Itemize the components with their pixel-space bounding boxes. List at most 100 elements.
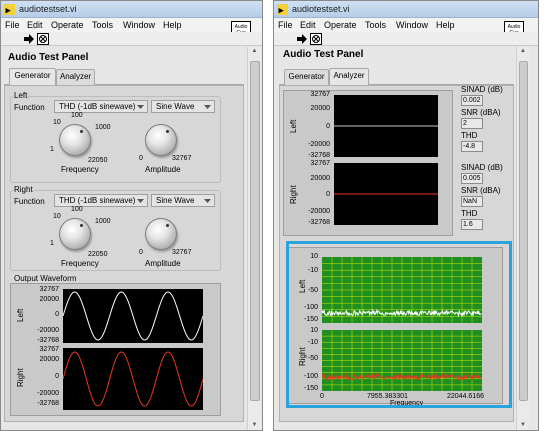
menu-help[interactable]: Help [163,20,182,30]
function-select[interactable]: THD (-1dB sinewave) [54,100,148,113]
title-bar[interactable]: ▶ audiotestset.vi [1,1,262,18]
abort-icon[interactable] [37,33,49,45]
amplitude-knob[interactable] [145,218,177,250]
y-tick: -32768 [37,400,59,407]
freq-tick: 1000 [95,124,111,131]
y-tick: -32768 [308,152,330,159]
menu-help[interactable]: Help [436,20,455,30]
title-bar[interactable]: ▶ audiotestset.vi [274,1,538,18]
run-arrow-icon[interactable] [23,33,35,45]
function-select[interactable]: THD (-1dB sinewave) [54,194,148,207]
freq-tick: 22050 [88,157,108,164]
y-tick: 20000 [310,105,330,112]
menu-tools[interactable]: Tools [92,20,113,30]
sinad-left-value: 0.002 [461,95,483,106]
run-arrow-icon[interactable] [296,33,308,45]
sinad-label: SINAD (dB) [461,85,503,94]
knob-pointer [80,224,83,227]
menu-operate[interactable]: Operate [51,20,84,30]
scroll-up-icon[interactable]: ▲ [517,47,529,56]
function-value: THD (-1dB sinewave) [59,102,136,111]
scroll-down-icon[interactable]: ▼ [248,421,261,430]
function-label: Function [14,103,45,112]
scroll-thumb[interactable] [519,61,528,401]
right-axis-title: Right [16,368,25,387]
chevron-down-icon [204,199,211,203]
frequency-knob[interactable] [59,218,91,250]
right-sine-trace [63,351,203,407]
freq-tick: 22050 [88,251,108,258]
waveform-title: Output Waveform [14,274,77,283]
y-tick: -20000 [37,390,59,397]
window-title: audiotestset.vi [19,4,77,14]
right-group-label: Right [13,185,34,194]
amplitude-knob[interactable] [145,124,177,156]
chevron-down-icon [137,105,144,109]
left-axis-title: Left [16,308,25,322]
function-label: Function [14,197,45,206]
menu-edit[interactable]: Edit [300,20,316,30]
scroll-up-icon[interactable]: ▲ [248,47,261,56]
y-tick: 32767 [39,346,59,353]
waveform-select[interactable]: Sine Wave [151,194,215,207]
thd-left-value: -4.8 [461,141,483,152]
time-domain-graph: 32767 20000 0 -20000 -32768 Left 32767 2… [283,90,453,236]
scroll-thumb[interactable] [250,61,260,401]
amp-tick: 0 [139,249,143,256]
toolbar [1,32,262,46]
menu-tools[interactable]: Tools [365,20,386,30]
menu-window[interactable]: Window [123,20,155,30]
tab-analyzer[interactable]: Analyzer [56,69,95,85]
tab-generator[interactable]: Generator [284,69,329,85]
y-tick: -20000 [308,208,330,215]
frequency-knob[interactable] [59,124,91,156]
waveform-select[interactable]: Sine Wave [151,100,215,113]
thd-right-value: 1.6 [461,219,483,230]
freq-tick: 10 [53,213,61,220]
snr-label: SNR (dBA) [461,186,501,195]
labview-icon: ▶ [4,4,15,15]
chevron-down-icon [204,105,211,109]
menu-bar: File Edit Operate Tools Window Help [274,18,538,32]
amp-tick: 32767 [172,155,192,162]
menu-operate[interactable]: Operate [324,20,357,30]
svg-text:▶: ▶ [279,7,285,15]
spectrum-highlight-box [286,241,512,408]
menu-window[interactable]: Window [396,20,428,30]
y-tick: 32767 [39,286,59,293]
y-tick: 20000 [39,356,59,363]
snr-label: SNR (dBA) [461,108,501,117]
snr-right-value: NaN [461,196,483,207]
tab-analyzer[interactable]: Analyzer [329,68,369,85]
generator-window: ▶ audiotestset.vi File Edit Operate Tool… [0,0,263,431]
thd-label: THD [461,131,478,140]
panel-title: Audio Test Panel [8,52,89,63]
snr-left-value: 2 [461,118,483,129]
waveform-value: Sine Wave [156,196,195,205]
knob-pointer [80,130,83,133]
menu-edit[interactable]: Edit [27,20,43,30]
y-tick: 32767 [310,91,330,98]
y-tick: -32768 [37,337,59,344]
left-waveform-plot [63,289,203,343]
freq-tick: 100 [71,206,83,213]
sinad-right-value: 0.005 [461,173,483,184]
vertical-scrollbar[interactable]: ▲ ▼ [516,47,529,430]
scroll-down-icon[interactable]: ▼ [517,421,529,430]
y-tick: 20000 [310,175,330,182]
right-axis-title: Right [289,185,298,204]
frequency-label: Frequency [61,165,99,174]
vertical-scrollbar[interactable]: ▲ ▼ [247,47,261,430]
freq-tick: 1000 [95,218,111,225]
tab-generator[interactable]: Generator [9,68,56,85]
abort-icon[interactable] [310,33,322,45]
amplitude-label: Amplitude [145,165,181,174]
left-axis-title: Left [289,119,298,133]
amp-tick: 32767 [172,249,192,256]
window-title: audiotestset.vi [292,4,350,14]
menu-file[interactable]: File [5,20,20,30]
menu-file[interactable]: File [278,20,293,30]
left-group-label: Left [13,91,29,100]
left-time-plot [334,95,438,157]
y-tick: -20000 [308,141,330,148]
